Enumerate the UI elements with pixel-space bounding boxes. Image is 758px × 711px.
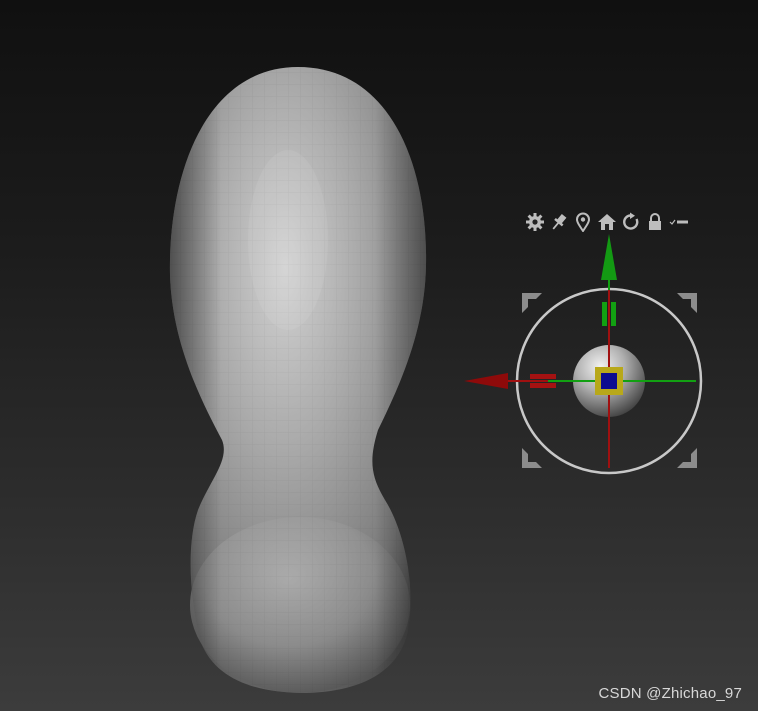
3d-viewport[interactable]: CSDN @Zhichao_97: [0, 0, 758, 711]
gizmo-center-handle[interactable]: [595, 367, 623, 395]
watermark: CSDN @Zhichao_97: [598, 685, 742, 702]
transform-gizmo[interactable]: [460, 230, 710, 480]
